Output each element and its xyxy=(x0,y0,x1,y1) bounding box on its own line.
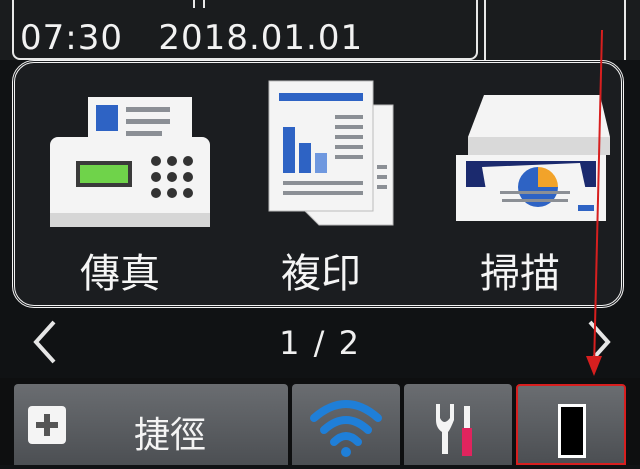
wifi-icon xyxy=(310,400,382,457)
wifi-button[interactable] xyxy=(292,384,400,465)
chevron-left-icon[interactable] xyxy=(30,318,58,366)
plus-icon xyxy=(28,406,66,444)
shortcuts-button[interactable]: 捷徑 xyxy=(14,384,288,465)
chevron-right-icon[interactable] xyxy=(586,318,614,366)
tools-icon xyxy=(436,404,472,456)
status-bar: 07:30 2018.01.01 xyxy=(0,0,640,60)
scan-icon xyxy=(456,95,610,221)
copy-icon xyxy=(268,80,394,226)
scan-label: 掃描 xyxy=(480,251,560,297)
page-indicator: 1 / 2 xyxy=(279,324,361,362)
divider xyxy=(624,0,626,60)
apps-panel: 傳真 複印 掃描 xyxy=(12,60,624,308)
pager: 1 / 2 xyxy=(0,312,640,372)
copy-label: 複印 xyxy=(281,251,361,297)
fax-icon xyxy=(50,97,210,227)
datetime: 07:30 2018.01.01 xyxy=(20,18,363,58)
status-notch xyxy=(193,0,205,8)
shortcuts-label: 捷徑 xyxy=(134,415,207,456)
toner-icon xyxy=(558,404,586,458)
toner-button[interactable] xyxy=(516,384,626,465)
fax-button[interactable]: 傳真 xyxy=(20,63,220,303)
time-text: 07:30 xyxy=(20,18,123,58)
settings-button[interactable] xyxy=(404,384,512,465)
date-text: 2018.01.01 xyxy=(158,18,364,58)
fax-label: 傳真 xyxy=(80,251,160,297)
divider xyxy=(484,0,486,60)
scan-button[interactable]: 掃描 xyxy=(420,63,620,303)
copy-button[interactable]: 複印 xyxy=(221,63,421,303)
bottom-toolbar: 捷徑 xyxy=(0,378,640,465)
